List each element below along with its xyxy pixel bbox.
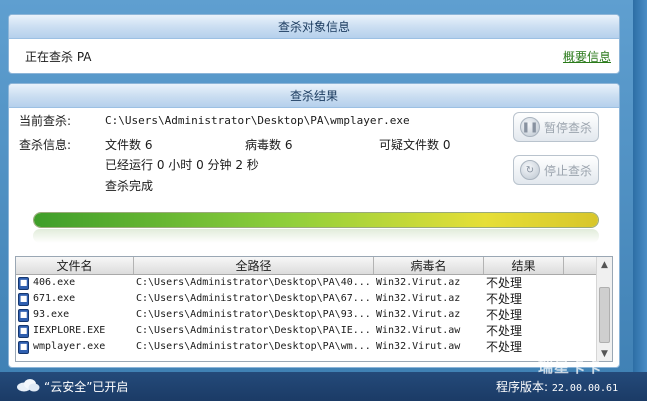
suspicious-count: 可疑文件数 0 [379, 138, 451, 152]
table-vertical-scrollbar[interactable]: ▲ ▼ [596, 257, 612, 361]
virus-count: 病毒数 6 [245, 138, 293, 152]
elapsed-time: 已经运行 0 小时 0 分钟 2 秒 [105, 158, 259, 172]
cell-filename: ■ 93.exe [16, 307, 134, 323]
scan-result-panel: 查杀结果 当前查杀: C:\Users\Administrator\Deskto… [8, 83, 620, 368]
table-row[interactable]: ■ 671.exe C:\Users\Administrator\Desktop\… [16, 291, 612, 307]
cell-virus: Win32.Virut.az [376, 293, 461, 304]
cell-path: C:\Users\Administrator\Desktop\PA\wm... [136, 341, 371, 352]
scan-target-panel: 查杀对象信息 正在查杀 PA 概要信息 [8, 14, 620, 74]
version-value: 22.00.00.61 [551, 383, 619, 394]
cell-filename: ■ 671.exe [16, 291, 134, 307]
exe-file-icon: ■ [18, 340, 29, 354]
cell-filename: ■ IEXPLORE.EXE [16, 323, 134, 339]
cell-path: C:\Users\Administrator\Desktop\PA\IE... [136, 325, 371, 336]
stop-icon: ↻ [519, 160, 540, 180]
exe-file-icon: ■ [18, 292, 29, 306]
cell-path: C:\Users\Administrator\Desktop\PA\40... [136, 277, 371, 288]
filename-text: wmplayer.exe [33, 341, 106, 352]
cloud-security-status: “云安全”已开启 [44, 380, 129, 394]
antivirus-window: 查杀对象信息 正在查杀 PA 概要信息 查杀结果 当前查杀: C:\Users\… [0, 0, 647, 401]
scan-info-label: 查杀信息: [19, 138, 72, 152]
exe-file-icon: ■ [18, 308, 29, 322]
cell-virus: Win32.Virut.aw [376, 341, 461, 352]
scan-result-header: 查杀结果 [9, 84, 619, 108]
summary-info-link[interactable]: 概要信息 [563, 48, 611, 65]
scan-status-text: 正在查杀 PA [25, 50, 92, 64]
current-scan-path: C:\Users\Administrator\Desktop\PA\wmplay… [105, 114, 410, 127]
cell-result[interactable]: 不处理 [484, 339, 564, 355]
cell-virus: Win32.Virut.az [376, 277, 461, 288]
cell-result[interactable]: 不处理 [484, 291, 564, 307]
filename-text: IEXPLORE.EXE [33, 325, 106, 336]
column-header-filename[interactable]: 文件名 [16, 257, 134, 274]
column-header-path[interactable]: 全路径 [134, 257, 374, 274]
scan-target-header: 查杀对象信息 [9, 15, 619, 39]
table-row[interactable]: ■ 406.exe C:\Users\Administrator\Desktop\… [16, 275, 612, 291]
table-row[interactable]: ■ wmplayer.exe C:\Users\Administrator\Des… [16, 339, 612, 355]
table-row[interactable]: ■ IEXPLORE.EXE C:\Users\Administrator\Des… [16, 323, 612, 339]
cell-filename: ■ wmplayer.exe [16, 339, 134, 355]
cell-virus: Win32.Virut.az [376, 309, 461, 320]
cell-result[interactable]: 不处理 [484, 323, 564, 339]
column-header-result[interactable]: 结果 [484, 257, 564, 274]
exe-file-icon: ■ [18, 276, 29, 290]
cell-virus: Win32.Virut.aw [376, 325, 461, 336]
scrollbar-thumb[interactable] [599, 287, 610, 343]
progress-reflection [33, 229, 599, 243]
pause-icon: ❚❚ [519, 117, 540, 137]
cloud-icon [17, 379, 40, 392]
scan-progress-bar [33, 212, 599, 228]
filename-text: 671.exe [33, 293, 76, 304]
cell-result[interactable]: 不处理 [484, 307, 564, 323]
scan-complete-text: 查杀完成 [105, 179, 154, 193]
cell-result[interactable]: 不处理 [484, 275, 564, 291]
version-label: 程序版本: [496, 380, 549, 394]
current-scan-label: 当前查杀: [19, 114, 72, 128]
filename-text: 93.exe [33, 309, 70, 320]
table-header: 文件名 全路径 病毒名 结果 [16, 257, 612, 275]
table-row[interactable]: ■ 93.exe C:\Users\Administrator\Desktop\P… [16, 307, 612, 323]
scroll-up-icon[interactable]: ▲ [597, 257, 612, 272]
stop-scan-button[interactable]: ↻ 停止查杀 [513, 155, 599, 185]
cell-path: C:\Users\Administrator\Desktop\PA\93... [136, 309, 371, 320]
column-header-virus[interactable]: 病毒名 [374, 257, 484, 274]
file-count: 文件数 6 [105, 138, 153, 152]
pause-scan-label: 暂停查杀 [543, 120, 592, 135]
scan-progress-fill [34, 213, 598, 227]
filename-text: 406.exe [33, 277, 76, 288]
watermark-text: 瑞星卡卡 [538, 358, 603, 376]
stop-scan-label: 停止查杀 [543, 163, 592, 178]
cell-path: C:\Users\Administrator\Desktop\PA\67... [136, 293, 371, 304]
pause-scan-button[interactable]: ❚❚ 暂停查杀 [513, 112, 599, 142]
table-body: ■ 406.exe C:\Users\Administrator\Desktop\… [16, 275, 612, 355]
virus-result-table: 文件名 全路径 病毒名 结果 ■ 406.exe C:\Users\Adminis… [15, 256, 613, 362]
exe-file-icon: ■ [18, 324, 29, 338]
window-side-strip [633, 0, 647, 372]
cell-filename: ■ 406.exe [16, 275, 134, 291]
version-info: 程序版本: 22.00.00.61 [496, 378, 618, 395]
